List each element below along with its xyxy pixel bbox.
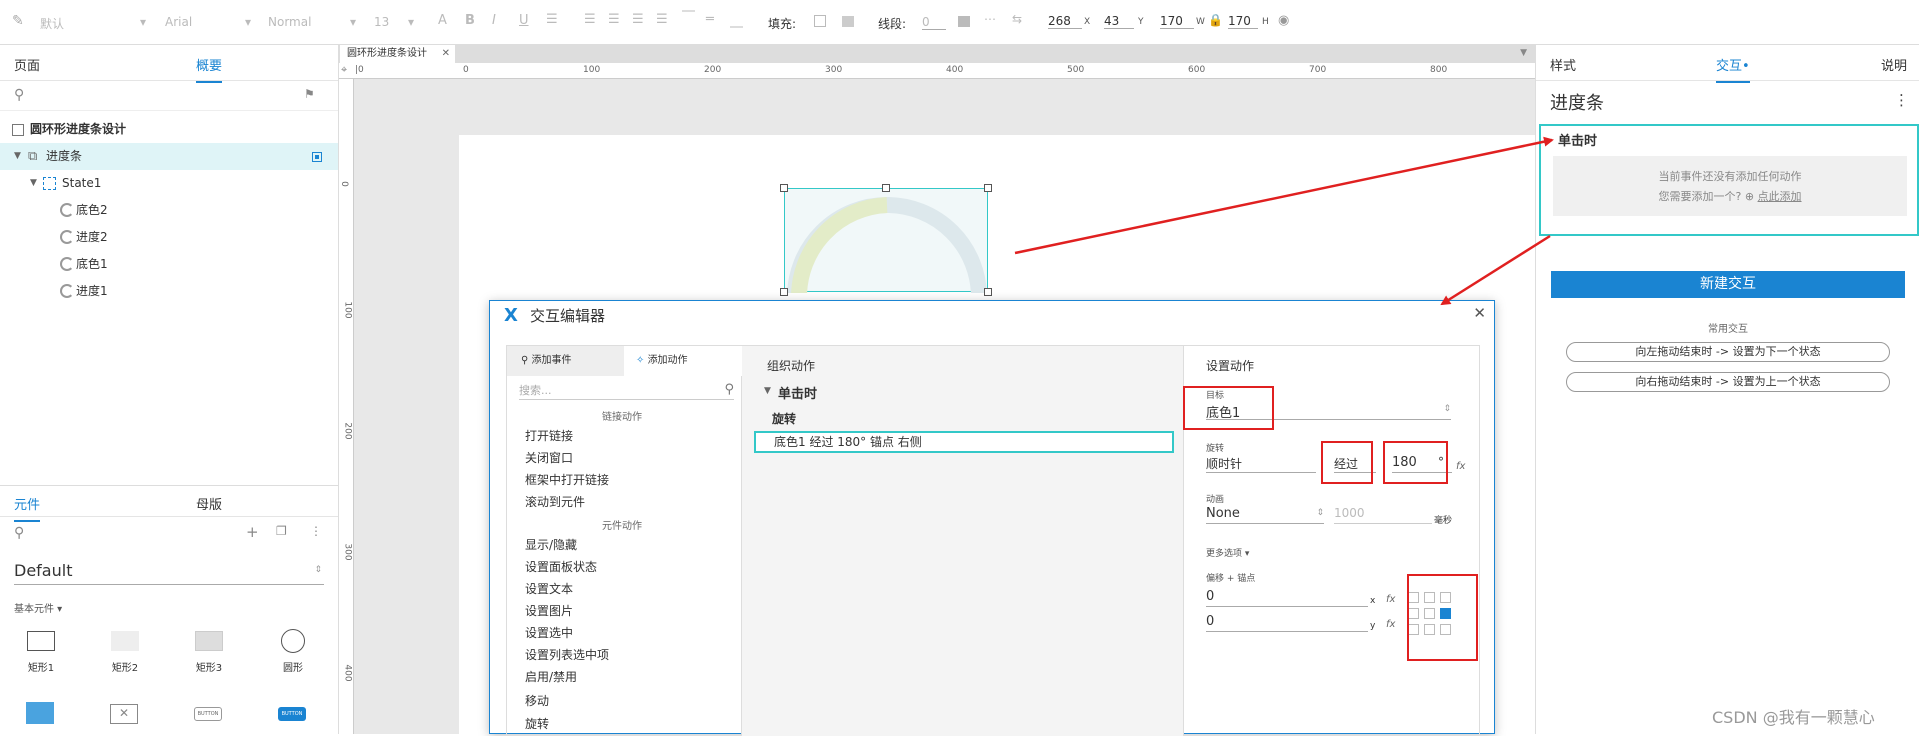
arrow-to-event bbox=[1014, 136, 1554, 255]
arrow-to-dialog bbox=[1440, 234, 1551, 306]
watermark: CSDN @我有一颗慧心 bbox=[1712, 708, 1875, 727]
annotation-arrows bbox=[1014, 136, 1554, 306]
